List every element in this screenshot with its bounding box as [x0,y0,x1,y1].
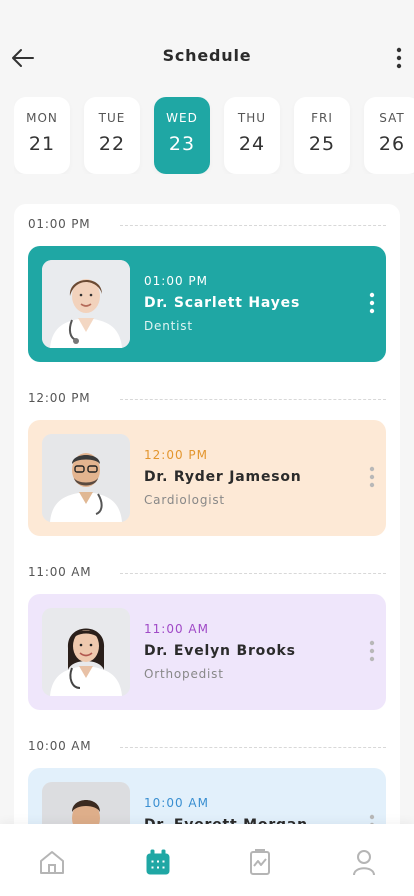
report-icon[interactable] [246,848,274,876]
time-divider-label: 12:00 PM [28,391,91,405]
appointment-card[interactable]: 11:00 AM Dr. Evelyn Brooks Orthopedist [28,594,386,710]
day-name: THU [237,111,267,125]
doctor-photo [42,434,130,522]
time-divider-label: 11:00 AM [28,565,92,579]
day-sat[interactable]: SAT 26 [364,97,414,174]
calendar-icon[interactable] [144,848,172,876]
bottom-tab-bar [0,824,414,896]
doctor-specialty: Dentist [144,319,193,333]
doctor-name: Dr. Evelyn Brooks [144,643,296,659]
time-divider: 12:00 PM [28,391,386,407]
time-divider-label: 10:00 AM [28,739,92,753]
doctor-name: Dr. Ryder Jameson [144,469,302,485]
appointment-time: 10:00 AM [144,796,209,810]
doctor-photo [42,260,130,348]
time-divider: 10:00 AM [28,739,386,755]
day-selector: MON 21 TUE 22 WED 23 THU 24 FRI 25 SAT 2… [14,97,414,174]
doctor-name: Dr. Scarlett Hayes [144,295,301,311]
day-name: FRI [311,111,333,125]
appointment-time: 12:00 PM [144,448,208,462]
day-number: 21 [28,133,56,155]
dashed-divider [120,747,386,748]
card-more-icon[interactable] [368,292,376,314]
day-number: 23 [168,133,196,155]
dashed-divider [120,225,386,226]
appointment-time: 11:00 AM [144,622,209,636]
day-name: TUE [98,111,126,125]
day-number: 24 [238,133,266,155]
day-fri[interactable]: FRI 25 [294,97,350,174]
day-thu[interactable]: THU 24 [224,97,280,174]
home-icon[interactable] [38,848,66,876]
day-wed[interactable]: WED 23 [154,97,210,174]
day-number: 25 [308,133,336,155]
more-options-icon[interactable] [394,46,404,70]
doctor-photo [42,608,130,696]
schedule-list[interactable]: 01:00 PM 01:00 PM Dr. Scarlett Hayes Den… [14,204,400,844]
doctor-specialty: Cardiologist [144,493,225,507]
card-more-icon[interactable] [368,640,376,662]
user-icon[interactable] [350,848,378,876]
day-name: WED [166,111,198,125]
day-name: SAT [379,111,405,125]
appointment-card[interactable]: 01:00 PM Dr. Scarlett Hayes Dentist [28,246,386,362]
day-name: MON [26,111,58,125]
day-number: 22 [98,133,126,155]
dashed-divider [120,573,386,574]
doctor-specialty: Orthopedist [144,667,224,681]
time-divider: 01:00 PM [28,217,386,233]
appointment-card[interactable]: 12:00 PM Dr. Ryder Jameson Cardiologist [28,420,386,536]
dashed-divider [120,399,386,400]
day-mon[interactable]: MON 21 [14,97,70,174]
time-divider-label: 01:00 PM [28,217,91,231]
card-more-icon[interactable] [368,466,376,488]
day-tue[interactable]: TUE 22 [84,97,140,174]
page-title: Schedule [162,46,252,65]
app-header: Schedule [0,0,414,96]
day-number: 26 [378,133,406,155]
time-divider: 11:00 AM [28,565,386,581]
appointment-time: 01:00 PM [144,274,208,288]
